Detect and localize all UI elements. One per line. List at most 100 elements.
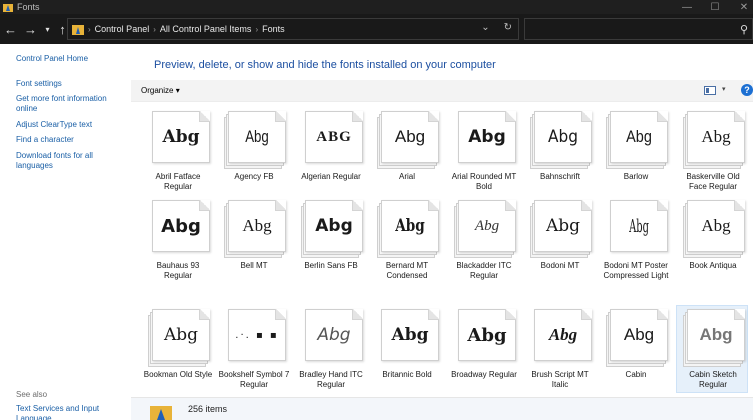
font-label: Bookman Old Style <box>143 370 213 379</box>
font-sample: Abg <box>468 127 506 147</box>
font-sample: Abg <box>467 324 507 346</box>
font-tile-bookshelf-symbol[interactable]: .·. ▪ ▪ Bookshelf Symbol 7 Regular <box>218 306 290 402</box>
link-find-character[interactable]: Find a character <box>16 135 126 145</box>
font-label: Bookshelf Symbol 7 Regular <box>218 370 290 389</box>
breadcrumb-control-panel[interactable]: Control Panel <box>95 24 150 34</box>
font-label: Barlow <box>623 172 649 181</box>
view-options-chevron-icon[interactable]: ▾ <box>722 85 726 93</box>
font-sample: Abg <box>394 127 426 146</box>
font-tile-bookman-old-style[interactable]: Abg Bookman Old Style <box>142 306 214 402</box>
font-tile-bodoni-mt[interactable]: Abg Bodoni MT <box>524 197 596 293</box>
fonts-folder-icon <box>150 406 172 420</box>
font-tile-bernard-mt[interactable]: Abg Bernard MT Condensed <box>371 197 443 293</box>
font-tile-arial[interactable]: Abg Arial <box>371 108 443 204</box>
font-tile-barlow[interactable]: Abg Barlow <box>600 108 672 204</box>
font-sample: Abg <box>545 216 581 236</box>
forward-arrow-icon[interactable]: → <box>23 22 38 37</box>
organize-button[interactable]: Organize ▾ <box>141 86 180 95</box>
font-label: Berlin Sans FB <box>304 261 358 270</box>
font-label: Bernard MT Condensed <box>385 261 429 280</box>
font-sample: Abg <box>163 325 199 345</box>
font-preview-icon: Abg <box>454 309 516 367</box>
status-bar: 256 items <box>131 397 753 420</box>
font-label: Cabin Sketch Regular <box>689 370 737 389</box>
font-tile-bodoni-poster[interactable]: Abg Bodoni MT Poster Compressed Light <box>600 197 672 293</box>
font-preview-icon: Abg <box>224 200 286 258</box>
link-text-services[interactable]: Text Services and Input Language <box>16 404 126 420</box>
font-tile-bauhaus-93[interactable]: Abg Bauhaus 93 Regular <box>142 197 214 293</box>
path-chevron-icon: › <box>88 24 91 34</box>
address-bar: ← → ▾ ↑ › Control Panel › All Control Pa… <box>0 14 753 44</box>
font-preview-icon: Abg <box>683 309 745 367</box>
font-label: Abril Fatface Regular <box>155 172 201 191</box>
font-sample: Abg <box>629 215 649 237</box>
window-title: Fonts <box>17 2 40 12</box>
link-control-panel-home[interactable]: Control Panel Home <box>16 54 126 64</box>
help-icon[interactable]: ? <box>741 84 753 96</box>
command-bar: Organize ▾ ▾ ? <box>131 80 753 102</box>
font-tile-bahnschrift[interactable]: Abg Bahnschrift <box>524 108 596 204</box>
font-label: Algerian Regular <box>301 172 361 181</box>
minimize-button[interactable]: — <box>673 0 701 14</box>
path-chevron-icon: › <box>255 24 259 34</box>
font-label: Arial Rounded MT Bold <box>451 172 517 191</box>
font-sample: Abg <box>699 325 733 344</box>
change-view-icon[interactable] <box>704 86 716 95</box>
font-label: Britannic Bold <box>382 370 432 379</box>
link-more-font-info[interactable]: Get more font information online <box>16 94 126 114</box>
search-icon[interactable]: ⚲ <box>740 23 748 36</box>
search-input[interactable]: ⚲ <box>524 18 753 40</box>
font-label: Bradley Hand ITC Regular <box>299 370 363 389</box>
font-tile-britannic-bold[interactable]: Abg Britannic Bold <box>371 306 443 402</box>
font-tile-bradley-hand[interactable]: Abg Bradley Hand ITC Regular <box>295 306 367 402</box>
font-preview-icon: Abg <box>224 111 286 169</box>
font-tile-blackadder[interactable]: Abg Blackadder ITC Regular <box>448 197 520 293</box>
breadcrumb-all-items[interactable]: All Control Panel Items <box>160 24 252 34</box>
link-font-settings[interactable]: Font settings <box>16 79 126 89</box>
font-sample: Abg <box>317 325 351 345</box>
font-label: Broadway Regular <box>451 370 517 379</box>
font-tile-baskerville[interactable]: Abg Baskerville Old Face Regular <box>677 108 749 204</box>
font-tile-cabin-sketch[interactable]: Abg Cabin Sketch Regular <box>676 305 748 393</box>
refresh-icon[interactable]: ↻ <box>504 22 512 33</box>
font-preview-icon: Abg <box>301 200 363 258</box>
font-preview-icon: Abg <box>683 200 745 258</box>
font-sample: Abg <box>245 127 269 146</box>
font-label: Agency FB <box>234 172 274 181</box>
recent-locations-chevron-icon[interactable]: ▾ <box>40 25 55 34</box>
back-arrow-icon[interactable]: ← <box>3 22 18 37</box>
font-preview-icon: Abg <box>530 200 592 258</box>
font-preview-icon: Abg <box>377 200 439 258</box>
font-tile-berlin-sans[interactable]: Abg Berlin Sans FB <box>295 197 367 293</box>
font-tile-bell-mt[interactable]: Abg Bell MT <box>218 197 290 293</box>
font-tile-arial-rounded[interactable]: Abg Arial Rounded MT Bold <box>448 108 520 204</box>
font-tile-brush-script[interactable]: Abg Brush Script MT Italic <box>524 306 596 402</box>
maximize-button[interactable]: ☐ <box>701 0 729 14</box>
close-button[interactable]: ✕ <box>730 0 753 14</box>
font-tile-book-antiqua[interactable]: Abg Book Antiqua <box>677 197 749 293</box>
font-tile-broadway[interactable]: Abg Broadway Regular <box>448 306 520 402</box>
history-dropdown-icon[interactable]: ⌄ <box>481 22 489 33</box>
font-preview-icon: Abg <box>530 309 592 367</box>
font-tile-abril-fatface[interactable]: Abg Abril Fatface Regular <box>142 108 214 204</box>
font-sample: Abg <box>701 216 731 235</box>
font-tile-agency-fb[interactable]: Abg Agency FB <box>218 108 290 204</box>
font-preview-icon: Abg <box>377 309 439 367</box>
see-also-heading: See also <box>16 390 48 399</box>
font-label: Arial <box>398 172 415 181</box>
font-preview-icon: Abg <box>606 200 668 258</box>
font-label: Cabin <box>625 370 647 379</box>
font-label: Blackadder ITC Regular <box>456 261 512 280</box>
link-cleartype[interactable]: Adjust ClearType text <box>16 120 126 130</box>
breadcrumb-fonts[interactable]: Fonts <box>262 24 285 34</box>
font-tile-cabin[interactable]: Abg Cabin <box>600 306 672 402</box>
font-sample: Abg <box>623 325 655 344</box>
font-sample: Abg <box>701 127 731 146</box>
fonts-folder-icon <box>3 4 13 12</box>
font-tile-algerian[interactable]: ABG Algerian Regular <box>295 108 367 204</box>
font-label: Brush Script MT Italic <box>531 370 589 389</box>
font-sample: Abg <box>162 127 200 147</box>
link-download-fonts[interactable]: Download fonts for all languages <box>16 151 126 171</box>
page-heading: Preview, delete, or show and hide the fo… <box>154 59 496 71</box>
address-path[interactable]: › Control Panel › All Control Panel Item… <box>67 18 519 40</box>
